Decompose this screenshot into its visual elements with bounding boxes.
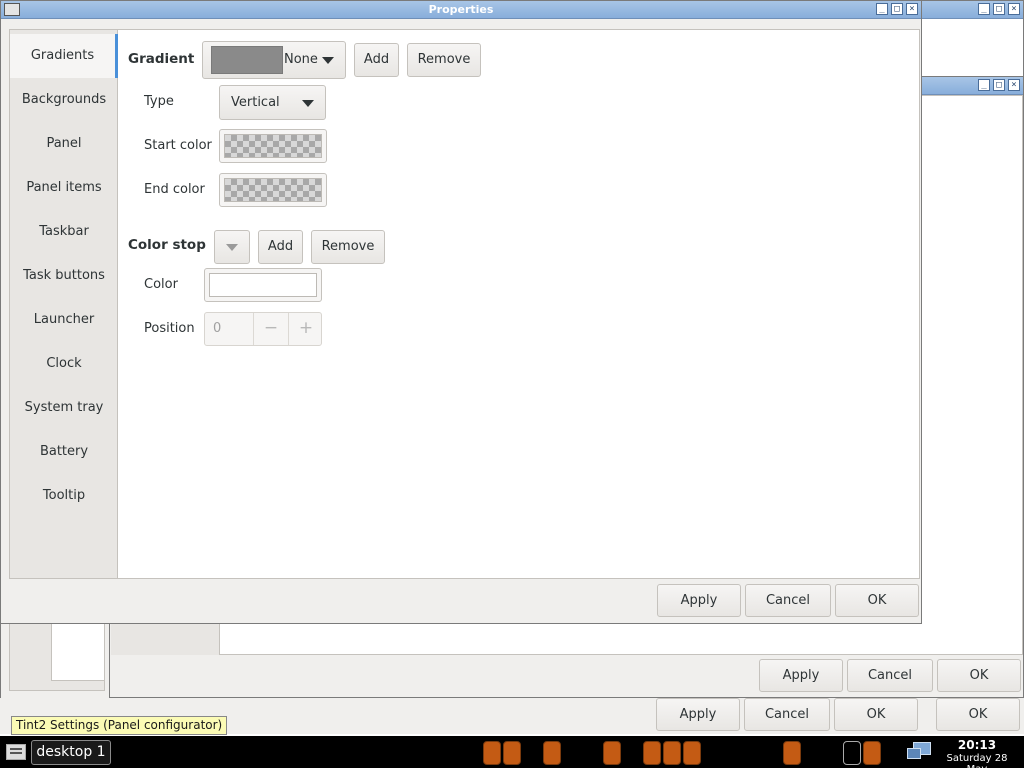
sidebar-item-clock[interactable]: Clock — [10, 342, 118, 386]
ok-button[interactable]: OK — [835, 584, 919, 617]
gradient-selector[interactable]: None — [202, 41, 346, 79]
gradient-selected-value: None — [284, 52, 318, 67]
maximize-icon[interactable]: □ — [993, 79, 1005, 91]
maximize-icon[interactable]: □ — [891, 3, 903, 15]
cancel-button[interactable]: Cancel — [847, 659, 933, 692]
color-label: Color — [144, 277, 178, 292]
background-window-top-right: _ □ × — [920, 0, 1024, 78]
ok-button[interactable]: OK — [834, 698, 918, 731]
minus-icon[interactable]: − — [254, 318, 288, 338]
apply-button[interactable]: Apply — [759, 659, 843, 692]
properties-dialog: Properties _ □ × Gradients Backgrounds P… — [0, 0, 922, 624]
chevron-down-icon — [302, 100, 314, 107]
color-stop-remove-button[interactable]: Remove — [311, 230, 385, 264]
plus-icon[interactable]: + — [289, 318, 323, 338]
task-button[interactable] — [863, 741, 881, 765]
window-title: Properties — [428, 3, 494, 16]
apply-button[interactable]: Apply — [656, 698, 740, 731]
task-button[interactable] — [683, 741, 701, 765]
task-button[interactable] — [643, 741, 661, 765]
gradient-label: Gradient — [128, 51, 195, 67]
network-icon[interactable] — [907, 742, 933, 762]
sidebar-item-gradients[interactable]: Gradients — [10, 34, 118, 78]
color-stop-dropdown[interactable] — [214, 230, 250, 264]
end-color-swatch — [224, 178, 322, 202]
task-button[interactable] — [483, 741, 501, 765]
clock-date[interactable]: Saturday 28 May — [935, 753, 1019, 768]
background-window-bottom-left — [0, 620, 110, 700]
task-button[interactable] — [503, 741, 521, 765]
gradient-add-button[interactable]: Add — [354, 43, 399, 77]
close-icon[interactable]: × — [1008, 79, 1020, 91]
clock-time[interactable]: 20:13 — [935, 738, 1019, 752]
color-stop-label: Color stop — [128, 237, 206, 253]
taskbar: desktop 1 20:13 Saturday 28 May — [0, 736, 1024, 768]
gradients-page: Gradient None Add Remove Type Vertical S… — [118, 30, 919, 578]
sidebar: Gradients Backgrounds Panel Panel items … — [10, 30, 118, 578]
start-color-swatch — [224, 134, 322, 158]
position-label: Position — [144, 321, 195, 336]
gradient-preview-swatch — [211, 46, 283, 74]
type-selected-value: Vertical — [231, 95, 280, 110]
sidebar-item-backgrounds[interactable]: Backgrounds — [10, 78, 118, 122]
desktop-button[interactable]: desktop 1 — [31, 740, 111, 765]
cancel-button[interactable]: Cancel — [744, 698, 830, 731]
app-menu-icon[interactable] — [6, 744, 26, 760]
taskbar-tooltip: Tint2 Settings (Panel configurator) — [11, 716, 228, 735]
type-label: Type — [144, 94, 174, 109]
task-button[interactable] — [843, 741, 861, 765]
minimize-icon[interactable]: _ — [876, 3, 888, 15]
type-dropdown[interactable]: Vertical — [219, 85, 326, 120]
chevron-down-icon — [226, 244, 238, 251]
close-icon[interactable]: × — [1008, 3, 1020, 15]
sidebar-item-panel-items[interactable]: Panel items — [10, 166, 118, 210]
bottom-left-window-panel — [51, 621, 105, 681]
sidebar-item-taskbar[interactable]: Taskbar — [10, 210, 118, 254]
ok-button[interactable]: OK — [936, 698, 1020, 731]
ok-button[interactable]: OK — [937, 659, 1021, 692]
second-window-sidebar — [111, 621, 219, 655]
sidebar-item-battery[interactable]: Battery — [10, 430, 118, 474]
properties-titlebar[interactable]: Properties _ □ × — [1, 1, 921, 19]
start-color-button[interactable] — [219, 129, 327, 163]
sidebar-item-task-buttons[interactable]: Task buttons — [10, 254, 118, 298]
background-window-titlebar[interactable]: _ □ × — [921, 1, 1023, 19]
chevron-down-icon — [322, 57, 334, 64]
minimize-icon[interactable]: _ — [978, 79, 990, 91]
sidebar-item-system-tray[interactable]: System tray — [10, 386, 118, 430]
cancel-button[interactable]: Cancel — [745, 584, 831, 617]
position-spinbutton[interactable]: 0 − + — [204, 312, 322, 346]
apply-button[interactable]: Apply — [657, 584, 741, 617]
position-value[interactable]: 0 — [213, 321, 221, 336]
task-button[interactable] — [783, 741, 801, 765]
sidebar-item-panel[interactable]: Panel — [10, 122, 118, 166]
close-icon[interactable]: × — [906, 3, 918, 15]
start-color-label: Start color — [144, 138, 212, 153]
properties-client-area: Gradients Backgrounds Panel Panel items … — [9, 29, 920, 579]
gradient-remove-button[interactable]: Remove — [407, 43, 481, 77]
maximize-icon[interactable]: □ — [993, 3, 1005, 15]
minimize-icon[interactable]: _ — [978, 3, 990, 15]
sidebar-item-tooltip[interactable]: Tooltip — [10, 474, 118, 518]
end-color-button[interactable] — [219, 173, 327, 207]
color-button[interactable] — [204, 268, 322, 302]
task-button[interactable] — [603, 741, 621, 765]
task-button[interactable] — [663, 741, 681, 765]
end-color-label: End color — [144, 182, 205, 197]
color-stop-add-button[interactable]: Add — [258, 230, 303, 264]
color-swatch — [209, 273, 317, 297]
sidebar-item-launcher[interactable]: Launcher — [10, 298, 118, 342]
task-button[interactable] — [543, 741, 561, 765]
